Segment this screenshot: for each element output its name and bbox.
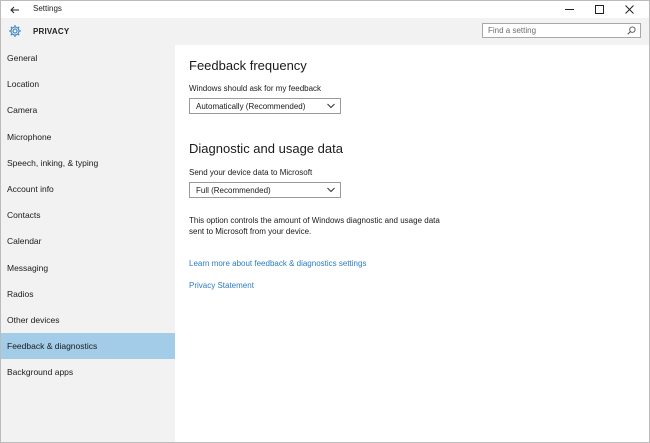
privacy-statement-link[interactable]: Privacy Statement <box>189 281 254 290</box>
diagnostic-data-dropdown[interactable]: Full (Recommended) <box>189 182 341 198</box>
sidebar-item-background-apps[interactable]: Background apps <box>1 359 175 385</box>
sidebar-item-microphone[interactable]: Microphone <box>1 124 175 150</box>
sidebar-item-general[interactable]: General <box>1 45 175 71</box>
page-title: PRIVACY <box>33 27 70 36</box>
close-icon <box>624 5 634 14</box>
diagnostic-data-value: Full (Recommended) <box>196 186 271 195</box>
back-button[interactable] <box>5 1 25 18</box>
feedback-frequency-value: Automatically (Recommended) <box>196 102 306 111</box>
learn-more-link[interactable]: Learn more about feedback & diagnostics … <box>189 259 366 268</box>
sidebar-item-account-info[interactable]: Account info <box>1 176 175 202</box>
sidebar-nav: General Location Camera Microphone Speec… <box>1 45 175 385</box>
search-icon[interactable] <box>627 26 636 35</box>
feedback-frequency-label: Windows should ask for my feedback <box>189 84 322 93</box>
maximize-icon <box>594 5 604 14</box>
minimize-icon <box>564 9 574 10</box>
sidebar-item-messaging[interactable]: Messaging <box>1 255 175 281</box>
sidebar-item-camera[interactable]: Camera <box>1 97 175 123</box>
sidebar-item-contacts[interactable]: Contacts <box>1 202 175 228</box>
feedback-frequency-dropdown[interactable]: Automatically (Recommended) <box>189 98 341 114</box>
search-box[interactable] <box>482 23 641 38</box>
sidebar-item-other-devices[interactable]: Other devices <box>1 307 175 333</box>
header-band <box>175 18 649 45</box>
chevron-down-icon <box>327 187 335 193</box>
feedback-frequency-heading: Feedback frequency <box>189 58 307 73</box>
sidebar-item-location[interactable]: Location <box>1 71 175 97</box>
sidebar: PRIVACY General Location Camera Micropho… <box>1 18 175 442</box>
sidebar-item-speech[interactable]: Speech, inking, & typing <box>1 150 175 176</box>
title-bar: Settings <box>1 1 649 18</box>
search-input[interactable] <box>483 24 628 37</box>
chevron-down-icon <box>327 103 335 109</box>
minimize-button[interactable] <box>554 1 584 18</box>
close-button[interactable] <box>614 1 644 18</box>
diagnostic-data-label: Send your device data to Microsoft <box>189 168 313 177</box>
settings-window: Settings PRIVACY General Location Camera… <box>0 0 650 443</box>
sidebar-item-radios[interactable]: Radios <box>1 281 175 307</box>
back-arrow-icon <box>10 6 19 13</box>
window-title: Settings <box>33 4 62 13</box>
maximize-button[interactable] <box>584 1 614 18</box>
diagnostic-usage-heading: Diagnostic and usage data <box>189 141 343 156</box>
sidebar-item-calendar[interactable]: Calendar <box>1 228 175 254</box>
section-header: PRIVACY <box>1 18 175 45</box>
diagnostic-description: This option controls the amount of Windo… <box>189 216 440 236</box>
gear-icon <box>9 25 21 37</box>
sidebar-item-feedback-diagnostics[interactable]: Feedback & diagnostics <box>1 333 175 360</box>
